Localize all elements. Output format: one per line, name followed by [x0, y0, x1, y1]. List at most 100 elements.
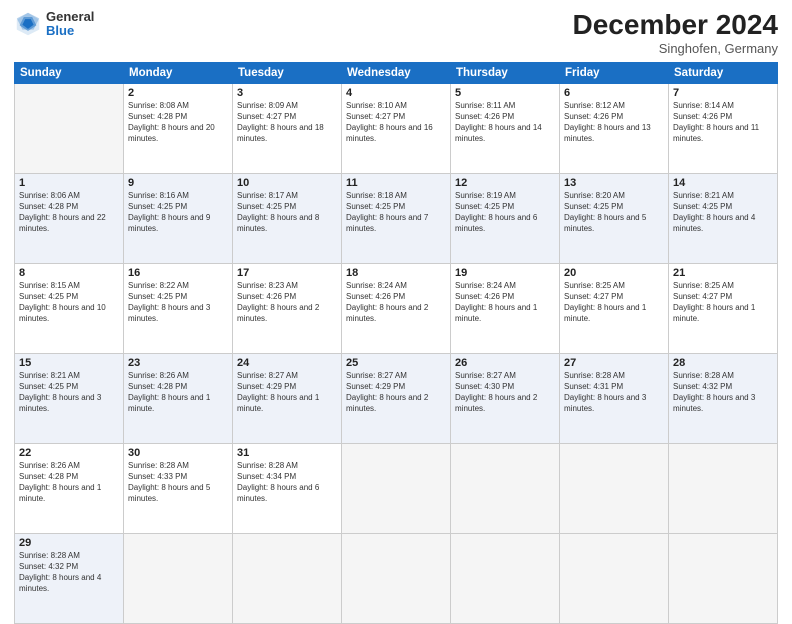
day-cell — [124, 533, 233, 623]
day-number: 21 — [673, 267, 773, 279]
day-cell — [560, 533, 669, 623]
day-cell: 1 Sunrise: 8:06 AMSunset: 4:28 PMDayligh… — [15, 173, 124, 263]
day-cell — [669, 533, 778, 623]
day-number: 14 — [673, 177, 773, 189]
table-row: 22 Sunrise: 8:26 AMSunset: 4:28 PMDaylig… — [15, 443, 778, 533]
day-cell: 15 Sunrise: 8:21 AMSunset: 4:25 PMDaylig… — [15, 353, 124, 443]
day-cell — [451, 443, 560, 533]
day-number: 16 — [128, 267, 228, 279]
day-cell: 23 Sunrise: 8:26 AMSunset: 4:28 PMDaylig… — [124, 353, 233, 443]
day-cell: 20 Sunrise: 8:25 AMSunset: 4:27 PMDaylig… — [560, 263, 669, 353]
day-number: 17 — [237, 267, 337, 279]
day-cell — [451, 533, 560, 623]
day-cell: 25 Sunrise: 8:27 AMSunset: 4:29 PMDaylig… — [342, 353, 451, 443]
day-cell: 9 Sunrise: 8:16 AMSunset: 4:25 PMDayligh… — [124, 173, 233, 263]
table-row: 15 Sunrise: 8:21 AMSunset: 4:25 PMDaylig… — [15, 353, 778, 443]
day-number: 8 — [19, 267, 119, 279]
day-info: Sunrise: 8:14 AMSunset: 4:26 PMDaylight:… — [673, 101, 759, 144]
day-info: Sunrise: 8:25 AMSunset: 4:27 PMDaylight:… — [564, 281, 646, 324]
day-info: Sunrise: 8:12 AMSunset: 4:26 PMDaylight:… — [564, 101, 651, 144]
col-wednesday: Wednesday — [342, 62, 451, 83]
day-number: 13 — [564, 177, 664, 189]
table-row: 2 Sunrise: 8:08 AMSunset: 4:28 PMDayligh… — [15, 83, 778, 173]
day-number: 4 — [346, 87, 446, 99]
day-cell: 30 Sunrise: 8:28 AMSunset: 4:33 PMDaylig… — [124, 443, 233, 533]
day-cell: 12 Sunrise: 8:19 AMSunset: 4:25 PMDaylig… — [451, 173, 560, 263]
table-row: 29 Sunrise: 8:28 AMSunset: 4:32 PMDaylig… — [15, 533, 778, 623]
day-number: 11 — [346, 177, 446, 189]
day-cell: 28 Sunrise: 8:28 AMSunset: 4:32 PMDaylig… — [669, 353, 778, 443]
logo: General Blue — [14, 10, 94, 39]
day-number: 1 — [19, 177, 119, 189]
day-cell: 6 Sunrise: 8:12 AMSunset: 4:26 PMDayligh… — [560, 83, 669, 173]
col-sunday: Sunday — [15, 62, 124, 83]
day-info: Sunrise: 8:09 AMSunset: 4:27 PMDaylight:… — [237, 101, 324, 144]
day-info: Sunrise: 8:22 AMSunset: 4:25 PMDaylight:… — [128, 281, 210, 324]
day-info: Sunrise: 8:26 AMSunset: 4:28 PMDaylight:… — [128, 371, 210, 414]
day-cell — [342, 533, 451, 623]
day-cell: 13 Sunrise: 8:20 AMSunset: 4:25 PMDaylig… — [560, 173, 669, 263]
page: General Blue December 2024 Singhofen, Ge… — [0, 0, 792, 612]
day-number: 10 — [237, 177, 337, 189]
day-number: 9 — [128, 177, 228, 189]
day-cell: 22 Sunrise: 8:26 AMSunset: 4:28 PMDaylig… — [15, 443, 124, 533]
day-info: Sunrise: 8:18 AMSunset: 4:25 PMDaylight:… — [346, 191, 428, 234]
col-thursday: Thursday — [451, 62, 560, 83]
day-number: 24 — [237, 357, 337, 369]
day-number: 3 — [237, 87, 337, 99]
day-cell — [560, 443, 669, 533]
day-number: 6 — [564, 87, 664, 99]
col-saturday: Saturday — [669, 62, 778, 83]
day-info: Sunrise: 8:27 AMSunset: 4:30 PMDaylight:… — [455, 371, 537, 414]
day-info: Sunrise: 8:10 AMSunset: 4:27 PMDaylight:… — [346, 101, 433, 144]
day-number: 25 — [346, 357, 446, 369]
day-number: 23 — [128, 357, 228, 369]
day-info: Sunrise: 8:23 AMSunset: 4:26 PMDaylight:… — [237, 281, 319, 324]
day-cell — [233, 533, 342, 623]
day-info: Sunrise: 8:24 AMSunset: 4:26 PMDaylight:… — [346, 281, 428, 324]
col-tuesday: Tuesday — [233, 62, 342, 83]
day-info: Sunrise: 8:28 AMSunset: 4:34 PMDaylight:… — [237, 461, 319, 504]
logo-text: General Blue — [46, 10, 94, 39]
logo-icon — [14, 10, 42, 38]
day-cell: 10 Sunrise: 8:17 AMSunset: 4:25 PMDaylig… — [233, 173, 342, 263]
day-info: Sunrise: 8:16 AMSunset: 4:25 PMDaylight:… — [128, 191, 210, 234]
day-number: 2 — [128, 87, 228, 99]
day-cell: 24 Sunrise: 8:27 AMSunset: 4:29 PMDaylig… — [233, 353, 342, 443]
day-number: 15 — [19, 357, 119, 369]
logo-general: General — [46, 10, 94, 24]
day-number: 20 — [564, 267, 664, 279]
day-number: 12 — [455, 177, 555, 189]
day-cell: 17 Sunrise: 8:23 AMSunset: 4:26 PMDaylig… — [233, 263, 342, 353]
title-block: December 2024 Singhofen, Germany — [573, 10, 778, 56]
logo-blue: Blue — [46, 24, 94, 38]
day-cell — [342, 443, 451, 533]
day-cell: 29 Sunrise: 8:28 AMSunset: 4:32 PMDaylig… — [15, 533, 124, 623]
day-cell — [669, 443, 778, 533]
day-cell: 14 Sunrise: 8:21 AMSunset: 4:25 PMDaylig… — [669, 173, 778, 263]
day-info: Sunrise: 8:27 AMSunset: 4:29 PMDaylight:… — [237, 371, 319, 414]
day-cell: 21 Sunrise: 8:25 AMSunset: 4:27 PMDaylig… — [669, 263, 778, 353]
day-cell: 19 Sunrise: 8:24 AMSunset: 4:26 PMDaylig… — [451, 263, 560, 353]
day-number: 22 — [19, 447, 119, 459]
calendar: Sunday Monday Tuesday Wednesday Thursday… — [14, 62, 778, 624]
day-info: Sunrise: 8:24 AMSunset: 4:26 PMDaylight:… — [455, 281, 537, 324]
day-cell: 3 Sunrise: 8:09 AMSunset: 4:27 PMDayligh… — [233, 83, 342, 173]
day-cell: 26 Sunrise: 8:27 AMSunset: 4:30 PMDaylig… — [451, 353, 560, 443]
day-cell: 5 Sunrise: 8:11 AMSunset: 4:26 PMDayligh… — [451, 83, 560, 173]
table-row: 1 Sunrise: 8:06 AMSunset: 4:28 PMDayligh… — [15, 173, 778, 263]
day-number: 30 — [128, 447, 228, 459]
day-info: Sunrise: 8:28 AMSunset: 4:31 PMDaylight:… — [564, 371, 646, 414]
location: Singhofen, Germany — [573, 41, 778, 56]
day-info: Sunrise: 8:11 AMSunset: 4:26 PMDaylight:… — [455, 101, 542, 144]
day-cell: 4 Sunrise: 8:10 AMSunset: 4:27 PMDayligh… — [342, 83, 451, 173]
day-cell: 16 Sunrise: 8:22 AMSunset: 4:25 PMDaylig… — [124, 263, 233, 353]
day-number: 5 — [455, 87, 555, 99]
day-cell: 7 Sunrise: 8:14 AMSunset: 4:26 PMDayligh… — [669, 83, 778, 173]
day-number: 27 — [564, 357, 664, 369]
day-number: 19 — [455, 267, 555, 279]
day-number: 28 — [673, 357, 773, 369]
day-info: Sunrise: 8:27 AMSunset: 4:29 PMDaylight:… — [346, 371, 428, 414]
day-cell: 2 Sunrise: 8:08 AMSunset: 4:28 PMDayligh… — [124, 83, 233, 173]
day-cell: 27 Sunrise: 8:28 AMSunset: 4:31 PMDaylig… — [560, 353, 669, 443]
